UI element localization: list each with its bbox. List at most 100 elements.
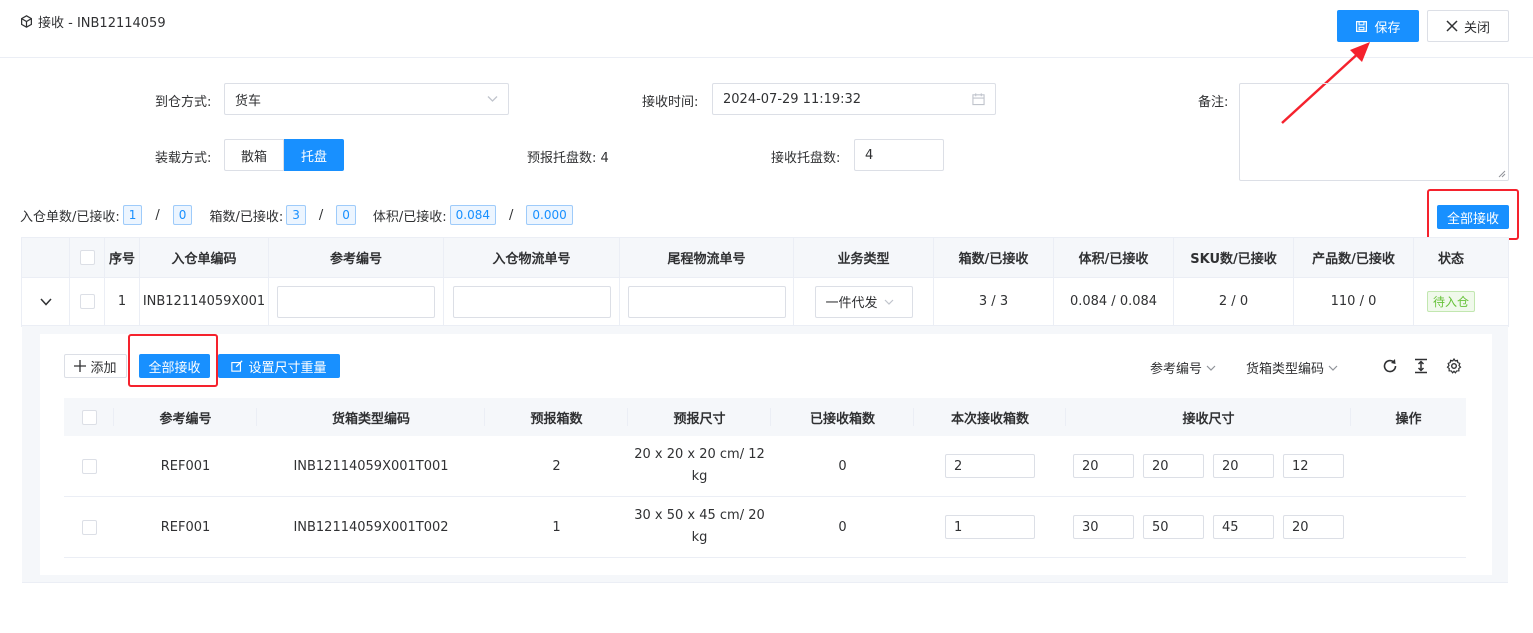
width-input[interactable]: 50 bbox=[1143, 515, 1204, 539]
filter-box-type-dropdown[interactable]: 货箱类型编码 bbox=[1246, 358, 1338, 377]
summary-bar: 入仓单数/已接收: 1 / 0 箱数/已接收: 3 / 0 体积/已接收: 0.… bbox=[20, 205, 576, 225]
ref-cell: REF001 bbox=[160, 519, 211, 535]
save-icon bbox=[1356, 20, 1368, 32]
expand-column-header bbox=[22, 238, 70, 277]
length-input[interactable]: 20 bbox=[1073, 454, 1134, 478]
orders-total-badge: 1 bbox=[122, 205, 143, 225]
sub-select-all-checkbox[interactable] bbox=[81, 409, 97, 425]
slash: / bbox=[318, 207, 324, 223]
action-cell bbox=[1351, 497, 1466, 557]
volume-received-badge: 0.000 bbox=[526, 205, 573, 225]
table-row: REF001 INB12114059X001T001 2 20 x 20 x 2… bbox=[64, 436, 1466, 497]
refresh-icon bbox=[1383, 359, 1397, 373]
plus-icon bbox=[74, 360, 87, 372]
status-cell: 待入仓 bbox=[1414, 278, 1488, 325]
sub-column-header: 参考编号 bbox=[114, 398, 257, 436]
length-input[interactable]: 30 bbox=[1073, 515, 1134, 539]
sub-column-header: 本次接收箱数 bbox=[914, 398, 1066, 436]
save-button-label: 保存 bbox=[1374, 20, 1401, 36]
row-index: 1 bbox=[105, 278, 140, 325]
forecast-size-line: 20 x 20 x 20 cm/ 12 bbox=[634, 447, 765, 462]
lastmile-tracking-input[interactable] bbox=[627, 285, 786, 318]
column-header: 箱数/已接收 bbox=[934, 238, 1054, 277]
cube-icon bbox=[21, 15, 32, 28]
highlight-box bbox=[1427, 189, 1519, 240]
ref-number-cell bbox=[269, 278, 444, 325]
box-type-code-cell: INB12114059X001T002 bbox=[293, 519, 449, 535]
expand-toggle[interactable] bbox=[22, 278, 70, 325]
column-header: 入仓单编码 bbox=[140, 238, 269, 277]
close-button-label: 关闭 bbox=[1463, 20, 1490, 36]
column-header: 参考编号 bbox=[269, 238, 444, 277]
table-row: REF001 INB12114059X001T002 1 30 x 50 x 4… bbox=[64, 497, 1466, 558]
row-checkbox[interactable] bbox=[81, 519, 97, 535]
width-input[interactable]: 20 bbox=[1143, 454, 1204, 478]
table-row: 1 INB12114059X001 一件代发 3 / 3 0.084 / 0.0… bbox=[22, 278, 1508, 326]
height-input[interactable]: 20 bbox=[1213, 454, 1274, 478]
filter-ref-dropdown[interactable]: 参考编号 bbox=[1150, 358, 1216, 377]
receive-size-cell: 20 20 20 12 bbox=[1066, 436, 1351, 496]
forecast-size-cell: 20 x 20 x 20 cm/ 12 kg bbox=[628, 436, 771, 496]
sub-column-header: 接收尺寸 bbox=[1066, 398, 1351, 436]
boxes-label: 箱数/已接收: bbox=[209, 209, 284, 225]
load-method-label: 装载方式: bbox=[155, 151, 212, 166]
inbound-tracking-input[interactable] bbox=[452, 285, 611, 318]
arrival-method-select[interactable]: 货车 bbox=[224, 83, 509, 115]
volume-label: 体积/已接收: bbox=[372, 209, 447, 225]
volume-cell: 0.084 / 0.084 bbox=[1054, 278, 1174, 325]
box-type-code-cell: INB12114059X001T001 bbox=[293, 458, 449, 474]
select-all-cell bbox=[70, 238, 105, 277]
action-cell bbox=[1351, 436, 1466, 496]
received-pallet-input[interactable]: 4 bbox=[854, 139, 944, 171]
height-input[interactable]: 45 bbox=[1213, 515, 1274, 539]
weight-input[interactable]: 20 bbox=[1283, 515, 1344, 539]
set-size-weight-button[interactable]: 设置尺寸重量 bbox=[218, 354, 340, 378]
filter-ref-label: 参考编号 bbox=[1150, 362, 1203, 377]
ref-number-input[interactable] bbox=[277, 285, 435, 318]
orders-received-badge: 0 bbox=[172, 205, 193, 225]
receive-size-inputs: 20 20 20 12 bbox=[1073, 454, 1344, 478]
column-header: SKU数/已接收 bbox=[1174, 238, 1294, 277]
receive-time-picker[interactable]: 2024-07-29 11:19:32 bbox=[712, 83, 996, 115]
forecast-size-line: 30 x 50 x 45 cm/ 20 bbox=[634, 508, 765, 523]
boxes-cell: 3 / 3 bbox=[934, 278, 1054, 325]
forecast-pallet-value: 4 bbox=[600, 151, 609, 166]
sub-column-header: 预报尺寸 bbox=[628, 398, 771, 436]
remark-label: 备注: bbox=[1198, 95, 1229, 110]
row-checkbox[interactable] bbox=[79, 294, 95, 309]
receive-time-value: 2024-07-29 11:19:32 bbox=[723, 91, 862, 107]
select-all-checkbox[interactable] bbox=[79, 250, 95, 265]
calendar-icon bbox=[972, 93, 985, 106]
add-button[interactable]: 添加 bbox=[64, 354, 127, 378]
remark-textarea[interactable] bbox=[1239, 83, 1509, 181]
refresh-button[interactable] bbox=[1381, 357, 1399, 375]
close-button[interactable]: 关闭 bbox=[1427, 10, 1509, 42]
business-type-value: 一件代发 bbox=[825, 296, 878, 311]
set-size-weight-label: 设置尺寸重量 bbox=[248, 360, 327, 376]
this-receive-input[interactable]: 2 bbox=[945, 454, 1035, 478]
column-header: 序号 bbox=[105, 238, 140, 277]
forecast-pallet-label-text: 预报托盘数: bbox=[527, 151, 597, 166]
weight-input[interactable]: 12 bbox=[1283, 454, 1344, 478]
received-pallet-label: 接收托盘数: bbox=[771, 151, 841, 166]
this-receive-input[interactable]: 1 bbox=[945, 515, 1035, 539]
volume-total-badge: 0.084 bbox=[449, 205, 496, 225]
arrival-method-label: 到仓方式: bbox=[155, 95, 212, 110]
load-option-loose-box[interactable]: 散箱 bbox=[224, 139, 284, 171]
load-method-toggle: 散箱 托盘 bbox=[224, 139, 344, 171]
forecast-size-unit: kg bbox=[691, 530, 708, 545]
sub-column-header: 已接收箱数 bbox=[771, 398, 914, 436]
row-checkbox[interactable] bbox=[81, 458, 97, 474]
sub-column-header: 预报箱数 bbox=[485, 398, 628, 436]
sub-column-header: 操作 bbox=[1395, 411, 1422, 427]
received-boxes-cell: 0 bbox=[838, 458, 847, 474]
inbound-orders-table: 序号 入仓单编码 参考编号 入仓物流单号 尾程物流单号 业务类型 箱数/已接收 … bbox=[21, 237, 1509, 327]
business-type-select[interactable]: 一件代发 bbox=[814, 285, 913, 318]
density-button[interactable] bbox=[1412, 357, 1430, 375]
this-receive-cell: 1 bbox=[914, 497, 1066, 557]
settings-button[interactable] bbox=[1445, 357, 1463, 375]
orders-label: 入仓单数/已接收: bbox=[20, 209, 120, 225]
column-header: 业务类型 bbox=[794, 238, 934, 277]
load-option-pallet[interactable]: 托盘 bbox=[284, 139, 344, 171]
forecast-size-unit: kg bbox=[691, 469, 708, 484]
